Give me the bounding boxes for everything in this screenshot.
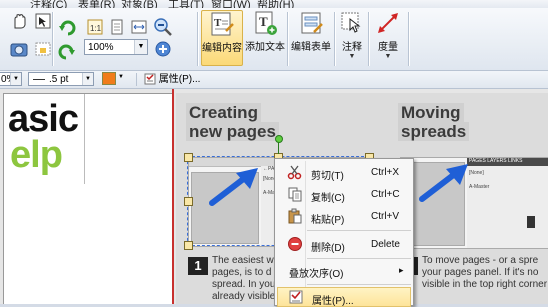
menu-item-shortcut: Ctrl+X [371,167,400,178]
chevron-down-icon[interactable]: ▼ [134,40,147,54]
properties-label: 属性(P)... [158,74,201,85]
menu-annotation[interactable]: 注释(C) [30,0,67,8]
measure-icon [378,13,398,33]
menu-item-label: 粘贴(P) [311,215,345,226]
menu-item-shortcut: Delete [371,239,400,250]
fill-color-swatch [102,72,116,85]
step-number-1: 1 [188,257,208,275]
blue-arrow-icon [209,168,258,206]
edit-form-button[interactable]: 编辑表单 [290,10,332,66]
properties-icon [144,73,156,85]
page-bleed-line [172,89,174,304]
body-text-moving: To move pages - or a spre your pages pan… [422,255,548,290]
menu-help[interactable]: 帮助(H) [257,0,294,8]
resize-handle[interactable] [184,197,193,206]
add-text-label: 添加文本 [245,42,285,53]
heading-moving-line1: Moving [398,103,464,122]
edit-content-button[interactable]: T 编辑内容 [201,10,243,66]
delete-icon [288,237,302,251]
logo-text-help: elp [10,134,63,176]
zoom-select[interactable]: 100% ▼ [84,39,148,55]
chevron-down-icon[interactable]: ▼ [10,73,21,85]
scissors-icon [287,165,302,180]
menu-item-paste[interactable]: 粘贴(P) Ctrl+V [275,207,413,227]
menu-item-label: 复制(C) [311,193,345,204]
edit-form-label: 编辑表单 [291,42,331,53]
zoom-value: 100% [88,42,114,53]
blue-arrow-icon [419,164,468,202]
menu-item-label: 叠放次序(O) [289,269,344,280]
snapshot-icon[interactable] [8,38,30,60]
panel-master-label: A-Master [469,184,490,190]
pages-layers-links-label: PAGES LAYERS LINKS [469,158,523,164]
svg-text:1:1: 1:1 [90,24,102,33]
menu-item-arrange[interactable]: 叠放次序(O) ▸ [275,261,413,281]
chevron-down-icon[interactable]: ▼ [385,53,392,61]
pages-panel-thumb: PAGES LAYERS LINKS [None] A-Master [467,158,548,248]
fit-page-icon[interactable] [106,16,128,38]
properties-icon [289,290,303,304]
menu-form[interactable]: 表单(R) [78,0,115,8]
toolbar-ribbon: 1:1 100% ▼ T 编辑内容 T 添加文本 编辑表单 注释 ▼ 度量 ▼ [0,8,548,71]
line-width-select[interactable]: .5 pt ▼ [28,72,94,86]
context-menu: 剪切(T) Ctrl+X 复制(C) Ctrl+C 粘贴(P) Ctrl+V 删… [274,158,414,307]
actual-size-icon[interactable]: 1:1 [84,16,106,38]
heading-creating-line1: Creating [186,103,261,122]
properties-button[interactable]: 属性(P)... [144,73,234,87]
heading-moving-line2: spreads [398,122,470,141]
fill-color-picker[interactable]: ▼ [102,72,128,86]
fit-width-icon[interactable] [128,16,150,38]
select-text-icon[interactable] [32,38,54,60]
annotation-icon [341,12,361,33]
left-page: asic elp [3,93,173,304]
annotation-button[interactable]: 注释 ▼ [337,10,367,66]
menu-item-properties[interactable]: 属性(P)... [277,287,411,307]
chevron-down-icon[interactable]: ▼ [349,53,356,61]
paste-icon [288,208,302,224]
measure-button[interactable]: 度量 ▼ [372,10,404,66]
edit-content-icon: T [211,12,234,36]
rotate-cw-icon[interactable] [56,16,78,38]
chevron-down-icon[interactable]: ▼ [82,73,93,85]
hand-tool-icon[interactable] [8,10,30,32]
menu-item-copy[interactable]: 复制(C) Ctrl+C [275,185,413,205]
measure-label: 度量 [378,42,398,53]
resize-handle[interactable] [184,153,193,162]
select-tool-icon[interactable] [32,10,54,32]
menu-item-cut[interactable]: 剪切(T) Ctrl+X [275,163,413,183]
zoom-out-icon[interactable] [152,16,174,38]
svg-text:T: T [214,17,222,29]
menu-item-shortcut: Ctrl+V [371,211,400,222]
line-width-value: .5 pt [49,74,69,85]
opacity-select[interactable]: 0% ▼ [0,72,22,86]
logo-divider [84,94,86,184]
svg-text:T: T [259,14,268,29]
menu-item-shortcut: Ctrl+C [371,189,400,200]
add-text-icon: T [255,11,277,35]
rotate-handle[interactable] [275,135,283,143]
menu-bar: ) 注释(C) 表单(R) 对象(B) 工具(T) 窗口(W) 帮助(H) [0,0,548,8]
heading-creating-line2: new pages [186,122,279,141]
menu-item-label: 剪切(T) [311,171,344,182]
rotate-ccw-icon[interactable] [56,40,78,62]
line-sample [33,78,45,80]
menu-tools[interactable]: 工具(T) [168,0,204,8]
menu-window[interactable]: 窗口(W) [211,0,251,8]
menu-item-delete[interactable]: 删除(D) Delete [275,235,413,255]
chevron-down-icon[interactable]: ▼ [118,74,124,80]
properties-toolbar: 0% ▼ .5 pt ▼ ▼ 属性(P)... [0,71,548,89]
add-text-button[interactable]: T 添加文本 [244,10,286,66]
menu-object[interactable]: 对象(B) [121,0,158,8]
body-text-creating-cont [188,279,284,304]
annotation-label: 注释 [342,42,362,53]
menu-item-label: 属性(P)... [312,296,354,307]
edit-content-label: 编辑内容 [202,43,242,54]
resize-handle[interactable] [184,241,193,250]
zoom-in-icon[interactable] [152,38,174,60]
edit-form-icon [301,12,323,34]
submenu-arrow-icon: ▸ [399,265,404,275]
copy-icon [288,187,302,202]
menu-item-label: 删除(D) [311,243,345,254]
